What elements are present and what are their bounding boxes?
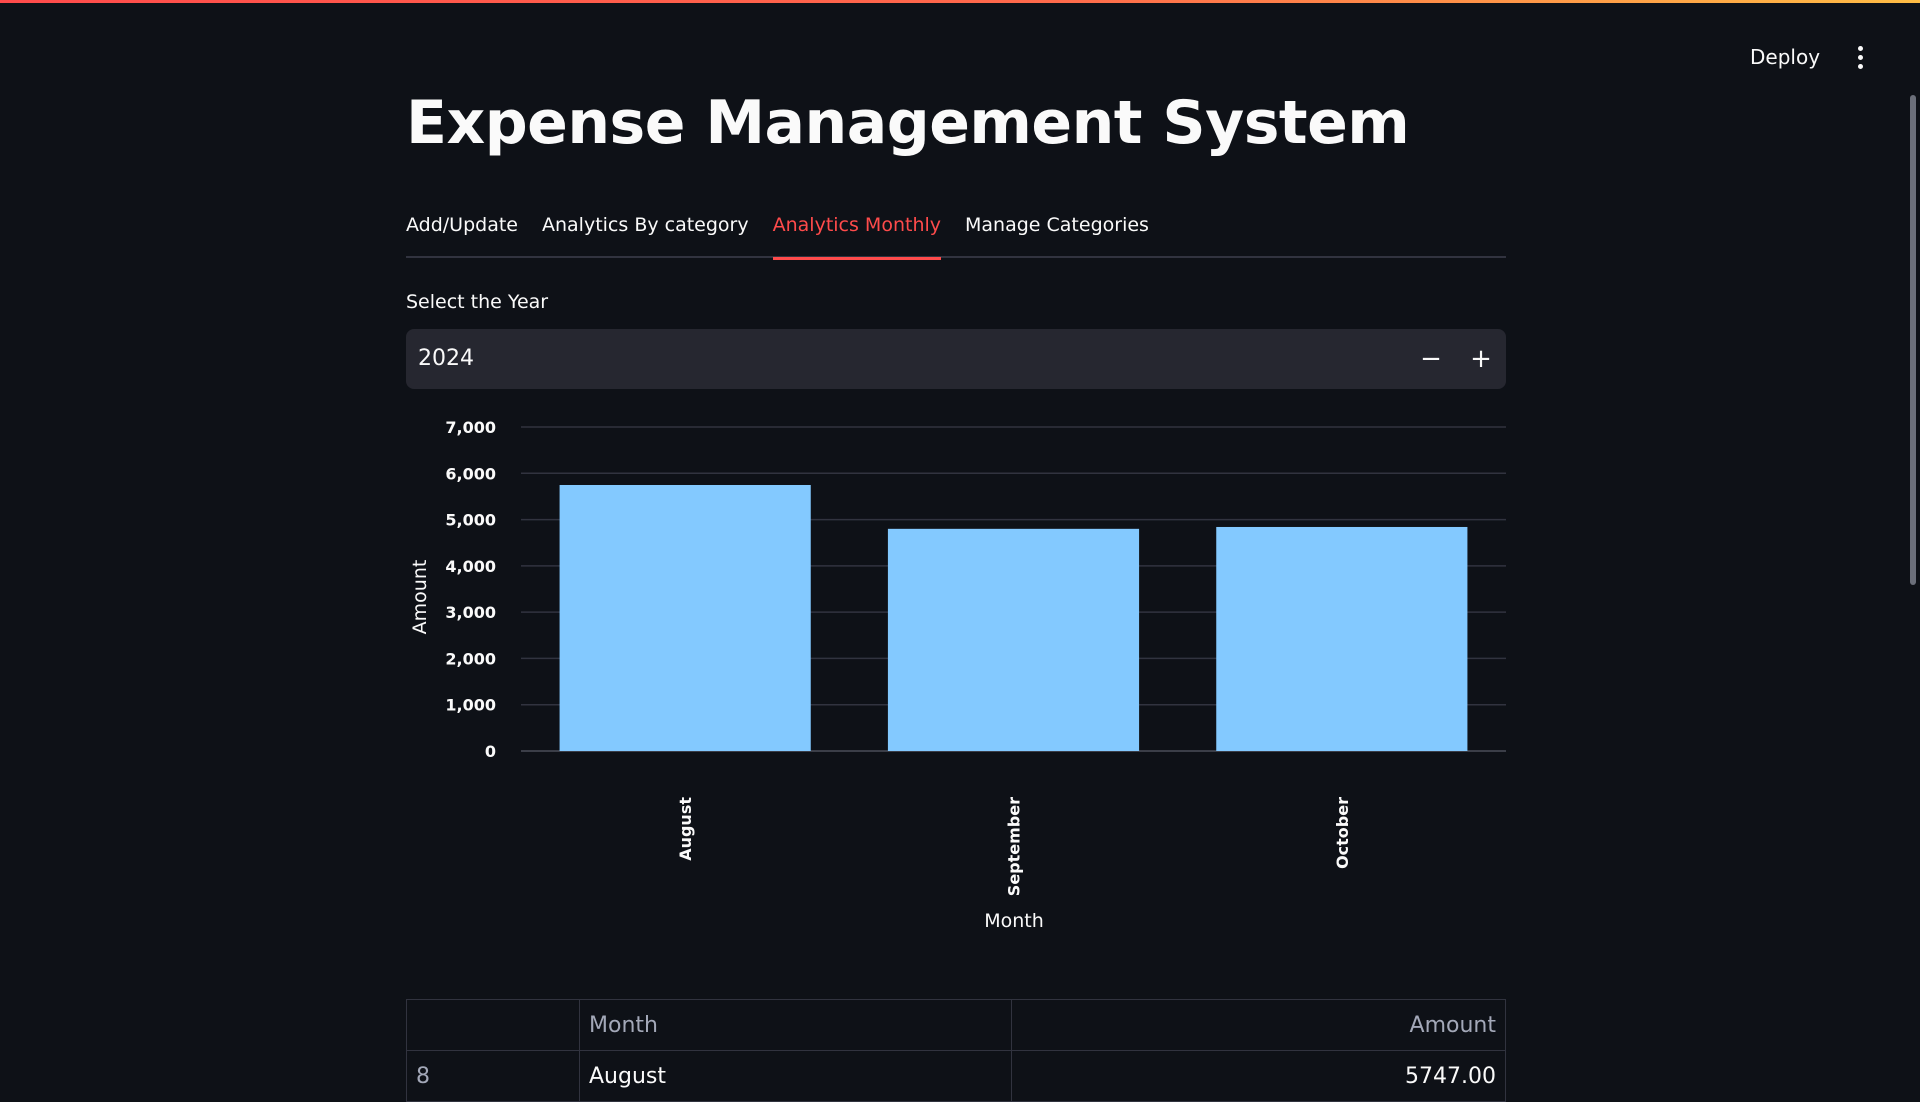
y-tick-label: 2,000 — [445, 649, 496, 668]
month-column-header[interactable]: Month — [579, 999, 1012, 1051]
minus-icon: − — [1420, 344, 1442, 374]
deploy-button[interactable]: Deploy — [1736, 38, 1834, 76]
plus-icon: + — [1470, 344, 1492, 374]
page-title: Expense Management System — [406, 88, 1410, 158]
tab-manage-categories[interactable]: Manage Categories — [965, 208, 1149, 258]
x-axis-label: Month — [984, 910, 1044, 932]
x-tick-label: September — [1005, 797, 1024, 896]
year-number-input: − + — [406, 329, 1506, 389]
year-input[interactable] — [406, 329, 1406, 389]
x-tick-label: August — [676, 797, 695, 861]
month-cell: August — [579, 1050, 1012, 1102]
monthly-expense-table: Month Amount 8 August 5747.00 — [406, 999, 1507, 1102]
row-index-cell: 8 — [406, 1050, 580, 1102]
year-field-label: Select the Year — [406, 291, 549, 313]
tab-add-update[interactable]: Add/Update — [406, 208, 518, 258]
y-axis-label: Amount — [409, 560, 431, 635]
bar-october[interactable] — [1216, 526, 1468, 751]
page-scrollbar[interactable] — [1910, 95, 1916, 585]
kebab-menu-icon — [1857, 45, 1863, 69]
x-tick-label: October — [1333, 797, 1352, 869]
amount-cell: 5747.00 — [1010, 1050, 1507, 1102]
y-tick-label: 1,000 — [445, 696, 496, 715]
increment-button[interactable]: + — [1456, 329, 1506, 389]
y-tick-label: 5,000 — [445, 511, 496, 530]
y-tick-label: 0 — [485, 742, 496, 761]
y-tick-label: 6,000 — [445, 464, 496, 483]
tab-bar: Add/Update Analytics By category Analyti… — [406, 208, 1506, 260]
y-tick-label: 7,000 — [445, 418, 496, 437]
main-menu-button[interactable] — [1842, 38, 1878, 76]
tab-analytics-by-category[interactable]: Analytics By category — [542, 208, 749, 258]
y-tick-label: 4,000 — [445, 557, 496, 576]
index-column-header[interactable] — [406, 999, 580, 1051]
tab-analytics-monthly[interactable]: Analytics Monthly — [772, 208, 942, 260]
bar-august[interactable] — [559, 484, 811, 751]
decrement-button[interactable]: − — [1406, 329, 1456, 389]
amount-column-header[interactable]: Amount — [1010, 999, 1507, 1051]
table-row: 8 August 5747.00 — [406, 1050, 1507, 1102]
monthly-expense-chart: 0 1,000 2,000 3,000 4,000 5,000 6,000 7,000 Aug… — [409, 418, 1506, 932]
bar-september[interactable] — [887, 528, 1140, 751]
y-tick-label: 3,000 — [445, 603, 496, 622]
app-header: Deploy — [0, 0, 1920, 90]
table-header-row: Month Amount — [406, 999, 1507, 1051]
